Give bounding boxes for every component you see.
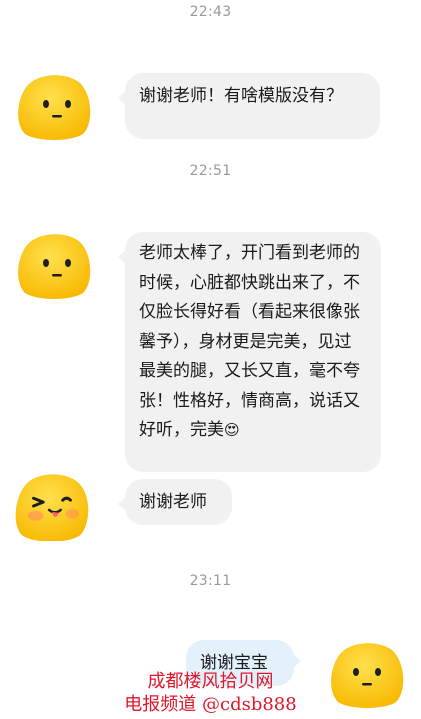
contact-avatar[interactable] [13,231,95,301]
message-text: 谢谢老师 [139,492,207,512]
incoming-message[interactable]: 谢谢老师！有啥模版没有？ [118,73,380,139]
contact-avatar[interactable] [13,72,95,142]
contact-avatar[interactable] [11,471,93,541]
blob-face-icon [18,234,91,299]
blob-face-icon [18,75,91,140]
watermark-line-1: 成都楼风拾贝网 [147,671,274,692]
timestamp: 23:11 [189,573,232,589]
timestamp: 22:51 [189,163,232,179]
incoming-message[interactable]: 谢谢老师 [118,479,232,525]
message-text: 老师太棒了，开门看到老师的时候，心脏都快跳出来了，不仅脸长得好看（看起来很像张馨… [139,243,360,440]
timestamp: 22:43 [189,4,232,20]
incoming-message[interactable]: 老师太棒了，开门看到老师的时候，心脏都快跳出来了，不仅脸长得好看（看起来很像张馨… [118,232,381,472]
heart-eyes-emoji-icon: 😍 [224,421,240,439]
watermark-line-2: 电报频道 @cdsb888 [124,694,297,715]
winking-tongue-face-icon [15,474,89,541]
message-text: 谢谢老师！有啥模版没有？ [139,86,343,106]
